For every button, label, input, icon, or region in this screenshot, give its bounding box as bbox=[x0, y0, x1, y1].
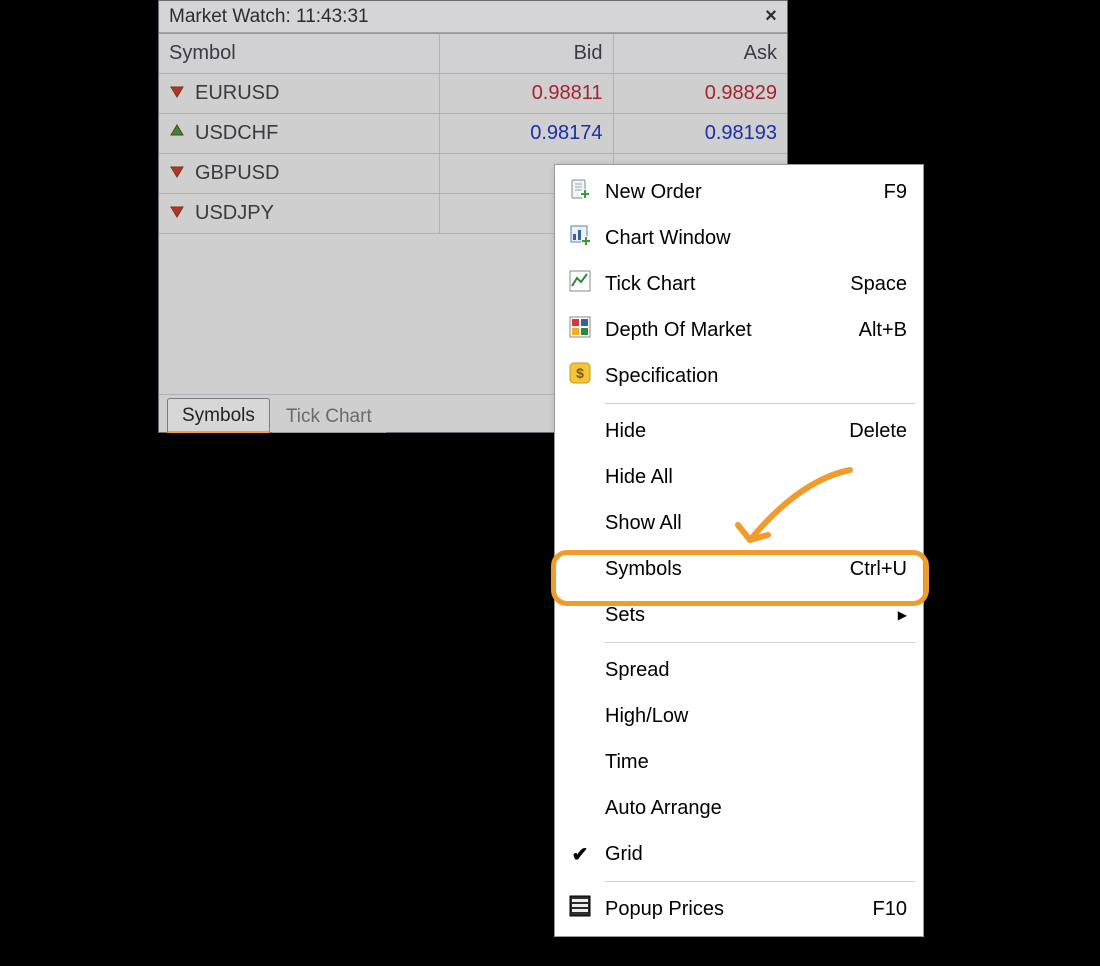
menu-item-chart-window[interactable]: Chart Window bbox=[555, 215, 923, 261]
menu-item-label: Symbols bbox=[605, 558, 840, 581]
direction-down-icon bbox=[169, 202, 185, 225]
menu-item-label: Sets bbox=[605, 604, 898, 627]
menu-item-label: Specification bbox=[605, 365, 907, 388]
menu-item-label: Hide bbox=[605, 420, 839, 443]
menu-item-label: Show All bbox=[605, 512, 907, 535]
check-icon: ✔ bbox=[572, 842, 589, 867]
menu-item-new-order[interactable]: New Order F9 bbox=[555, 169, 923, 215]
bid-cell: 0.98174 bbox=[439, 114, 613, 154]
direction-down-icon bbox=[169, 82, 185, 105]
menu-item-label: Depth Of Market bbox=[605, 319, 849, 342]
ask-cell: 0.98193 bbox=[613, 114, 787, 154]
table-row[interactable]: USDCHF 0.98174 0.98193 bbox=[159, 114, 787, 154]
symbol-name: EURUSD bbox=[195, 82, 279, 105]
symbol-name: USDJPY bbox=[195, 202, 274, 225]
symbol-name: USDCHF bbox=[195, 122, 278, 145]
dollar-icon: $ bbox=[569, 362, 591, 390]
menu-item-sets[interactable]: Sets ▶ bbox=[555, 592, 923, 638]
menu-item-label: New Order bbox=[605, 181, 874, 204]
tab-tick-chart[interactable]: Tick Chart bbox=[272, 400, 386, 433]
menu-shortcut: Ctrl+U bbox=[850, 558, 907, 581]
menu-shortcut: Space bbox=[850, 273, 907, 296]
menu-item-grid[interactable]: ✔ Grid bbox=[555, 831, 923, 877]
direction-up-icon bbox=[169, 122, 185, 145]
menu-item-high-low[interactable]: High/Low bbox=[555, 693, 923, 739]
depth-icon bbox=[569, 316, 591, 344]
menu-separator bbox=[605, 642, 915, 643]
panel-titlebar[interactable]: Market Watch: 11:43:31 × bbox=[159, 1, 787, 33]
close-icon[interactable]: × bbox=[761, 7, 781, 27]
doc-plus-icon bbox=[569, 178, 591, 206]
menu-item-label: Tick Chart bbox=[605, 273, 840, 296]
menu-shortcut: F9 bbox=[884, 181, 907, 204]
menu-item-label: Chart Window bbox=[605, 227, 907, 250]
menu-item-popup-prices[interactable]: Popup Prices F10 bbox=[555, 886, 923, 932]
svg-text:$: $ bbox=[576, 365, 584, 381]
menu-item-label: Popup Prices bbox=[605, 898, 863, 921]
menu-item-label: Spread bbox=[605, 659, 907, 682]
menu-item-tick-chart[interactable]: Tick Chart Space bbox=[555, 261, 923, 307]
menu-separator bbox=[605, 403, 915, 404]
col-ask[interactable]: Ask bbox=[613, 34, 787, 74]
tab-symbols[interactable]: Symbols bbox=[167, 398, 270, 433]
menu-item-time[interactable]: Time bbox=[555, 739, 923, 785]
context-menu: New Order F9 Chart Window Tick Chart Spa… bbox=[554, 164, 924, 937]
menu-shortcut: Delete bbox=[849, 420, 907, 443]
col-bid[interactable]: Bid bbox=[439, 34, 613, 74]
menu-item-spread[interactable]: Spread bbox=[555, 647, 923, 693]
menu-item-label: Time bbox=[605, 751, 907, 774]
chart-plus-icon bbox=[569, 224, 591, 252]
menu-item-symbols[interactable]: Symbols Ctrl+U bbox=[555, 546, 923, 592]
popup-icon bbox=[569, 895, 591, 923]
ask-cell: 0.98829 bbox=[613, 74, 787, 114]
menu-item-show-all[interactable]: Show All bbox=[555, 500, 923, 546]
menu-shortcut: Alt+B bbox=[859, 319, 907, 342]
menu-shortcut: F10 bbox=[873, 898, 907, 921]
direction-down-icon bbox=[169, 162, 185, 185]
col-symbol[interactable]: Symbol bbox=[159, 34, 439, 74]
table-header-row[interactable]: Symbol Bid Ask bbox=[159, 34, 787, 74]
table-row[interactable]: EURUSD 0.98811 0.98829 bbox=[159, 74, 787, 114]
menu-item-hide[interactable]: Hide Delete bbox=[555, 408, 923, 454]
menu-item-label: Hide All bbox=[605, 466, 907, 489]
menu-separator bbox=[605, 881, 915, 882]
submenu-arrow-icon: ▶ bbox=[898, 608, 907, 622]
menu-item-depth-of-market[interactable]: Depth Of Market Alt+B bbox=[555, 307, 923, 353]
menu-item-specification[interactable]: $ Specification bbox=[555, 353, 923, 399]
menu-item-label: High/Low bbox=[605, 705, 907, 728]
menu-item-label: Grid bbox=[605, 843, 907, 866]
menu-item-auto-arrange[interactable]: Auto Arrange bbox=[555, 785, 923, 831]
menu-item-hide-all[interactable]: Hide All bbox=[555, 454, 923, 500]
tick-icon bbox=[569, 270, 591, 298]
bid-cell: 0.98811 bbox=[439, 74, 613, 114]
menu-item-label: Auto Arrange bbox=[605, 797, 907, 820]
panel-title: Market Watch: 11:43:31 bbox=[169, 6, 369, 28]
symbol-name: GBPUSD bbox=[195, 162, 279, 185]
